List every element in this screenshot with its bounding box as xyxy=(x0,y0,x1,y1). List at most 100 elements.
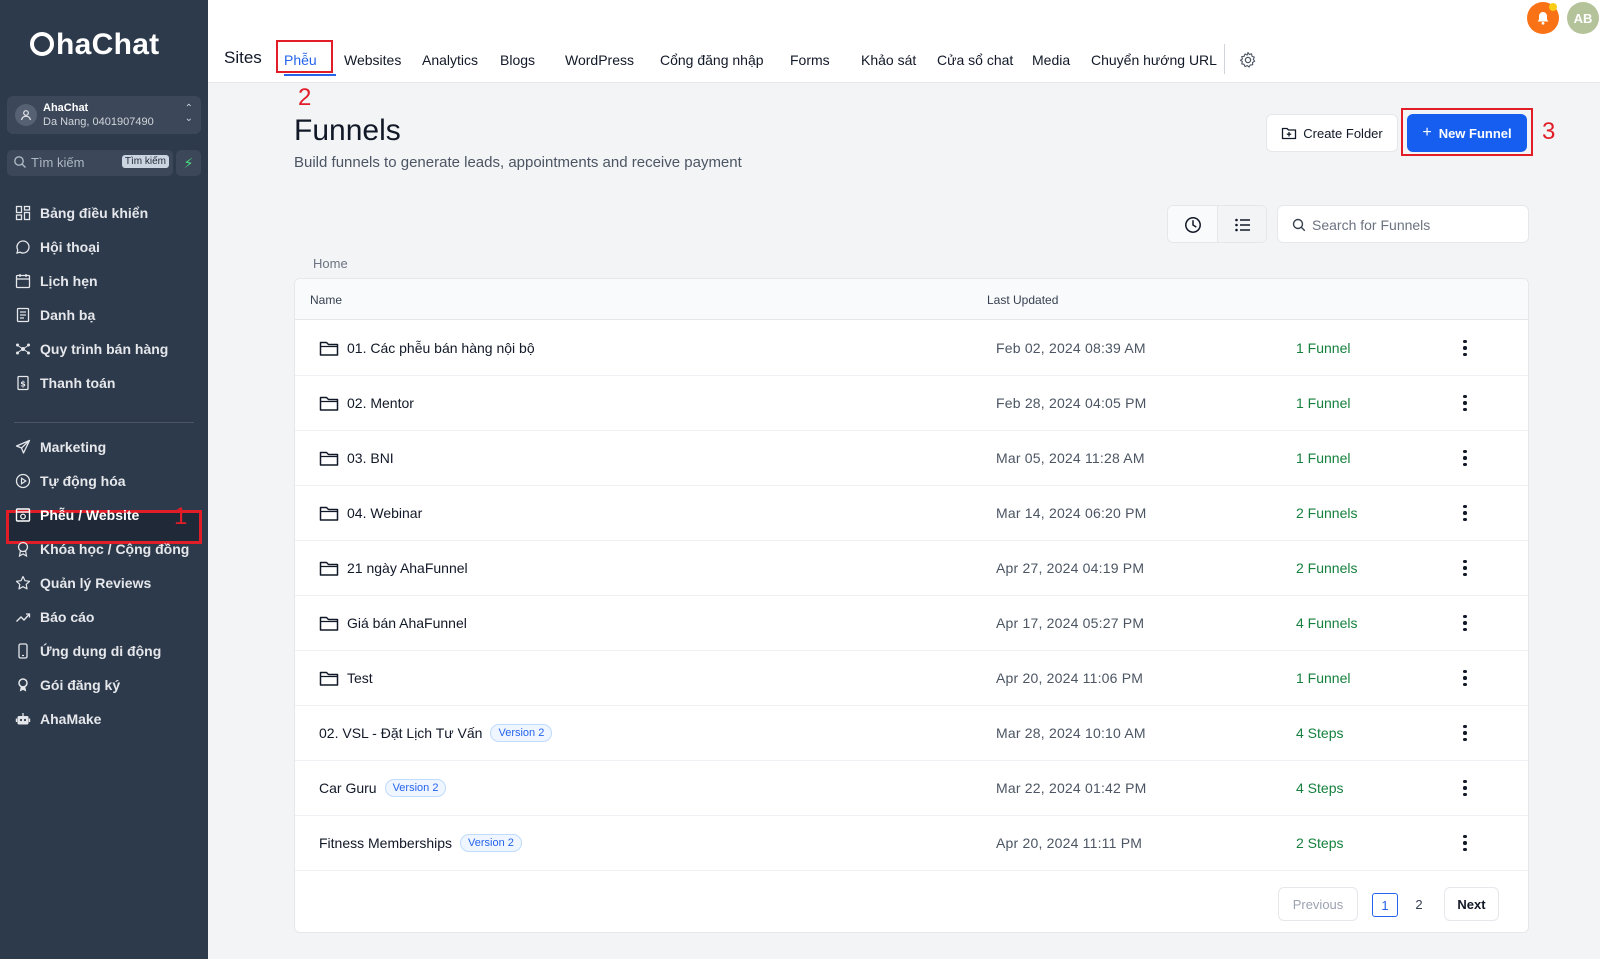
sidebar-item-robot[interactable]: AhaMake xyxy=(14,707,101,731)
tab-4[interactable]: Blogs xyxy=(500,52,535,68)
sidebar-item-calendar[interactable]: Lịch hẹn xyxy=(14,269,98,293)
more-options-icon[interactable] xyxy=(1455,666,1475,690)
gear-icon[interactable] xyxy=(1239,51,1257,69)
row-name-cell[interactable]: 01. Các phễu bán hàng nội bộ xyxy=(319,320,535,376)
app-logo[interactable]: haChat xyxy=(30,28,159,62)
sidebar-item-mobile[interactable]: Ứng dụng di động xyxy=(14,639,161,663)
table-row[interactable]: 04. Webinar Mar 14, 2024 06:20 PM 2 Funnel… xyxy=(295,485,1528,541)
row-name: 21 ngày AhaFunnel xyxy=(347,560,468,576)
more-options-icon[interactable] xyxy=(1455,831,1475,855)
tab-6[interactable]: Cổng đăng nhập xyxy=(660,52,764,68)
payment-icon: $ xyxy=(14,374,32,392)
sidebar-item-label: AhaMake xyxy=(40,711,102,727)
sidebar-item-label: Marketing xyxy=(40,439,107,455)
page-title: Funnels xyxy=(294,114,401,147)
sidebar-item-payment[interactable]: $ Thanh toán xyxy=(14,371,115,395)
row-name-cell[interactable]: Test xyxy=(319,650,373,706)
sidebar-item-chart[interactable]: Báo cáo xyxy=(14,605,94,629)
sidebar-item-automation[interactable]: Tự động hóa xyxy=(14,469,126,493)
account-switcher[interactable]: AhaChat Da Nang, 0401907490 ⌃ ⌄ xyxy=(7,96,201,134)
row-name: 04. Webinar xyxy=(347,505,423,521)
more-options-icon[interactable] xyxy=(1455,391,1475,415)
quick-action-bolt-icon[interactable]: ⚡ xyxy=(176,150,201,176)
row-name-cell[interactable]: 03. BNI xyxy=(319,430,394,486)
funnel-search-input[interactable] xyxy=(1312,214,1522,236)
table-row[interactable]: Fitness Memberships Version 2 Apr 20, 2024… xyxy=(295,815,1528,871)
table-row[interactable]: 01. Các phễu bán hàng nội bộ Feb 02, 2024… xyxy=(295,320,1528,376)
list-view-button[interactable] xyxy=(1218,206,1266,242)
tab-8[interactable]: Khảo sát xyxy=(861,52,916,68)
table-row[interactable]: Test Apr 20, 2024 11:06 PM 1 Funnel xyxy=(295,650,1528,706)
tab-2[interactable]: Websites xyxy=(344,52,401,68)
pagination-page-1[interactable]: 1 xyxy=(1372,893,1398,917)
row-count: 1 Funnel xyxy=(1296,340,1351,356)
table-header: Name Last Updated xyxy=(295,279,1528,320)
row-name-cell[interactable]: Fitness Memberships Version 2 xyxy=(319,815,522,871)
table-row[interactable]: 02. Mentor Feb 28, 2024 04:05 PM 1 Funnel xyxy=(295,375,1528,431)
row-name-cell[interactable]: 04. Webinar xyxy=(319,485,422,541)
row-name-cell[interactable]: 02. VSL - Đặt Lịch Tư Vấn Version 2 xyxy=(319,705,553,761)
tab-7[interactable]: Forms xyxy=(790,52,830,68)
sidebar-item-label: Báo cáo xyxy=(40,609,95,625)
sidebar-item-badge[interactable]: Gói đăng ký xyxy=(14,673,120,697)
pagination-previous[interactable]: Previous xyxy=(1278,887,1358,921)
sidebar-item-send[interactable]: Marketing xyxy=(14,435,106,459)
badge-icon xyxy=(14,676,32,694)
table-row[interactable]: 03. BNI Mar 05, 2024 11:28 AM 1 Funnel xyxy=(295,430,1528,486)
row-name-cell[interactable]: 02. Mentor xyxy=(319,375,414,431)
robot-icon xyxy=(14,710,32,728)
more-options-icon[interactable] xyxy=(1455,446,1475,470)
folder-icon xyxy=(319,340,347,357)
tab-11[interactable]: Chuyển hướng URL xyxy=(1091,52,1217,68)
row-name-cell[interactable]: 21 ngày AhaFunnel xyxy=(319,540,468,596)
sidebar-item-label: Hội thoại xyxy=(40,239,100,255)
sidebar-item-pipeline[interactable]: Quy trình bán hàng xyxy=(14,337,168,361)
tab-5[interactable]: WordPress xyxy=(565,52,634,68)
more-options-icon[interactable] xyxy=(1455,721,1475,745)
create-folder-button[interactable]: Create Folder xyxy=(1266,114,1398,152)
tab-10[interactable]: Media xyxy=(1032,52,1070,68)
funnel-search[interactable] xyxy=(1277,205,1529,243)
pagination-next[interactable]: Next xyxy=(1444,887,1499,921)
pagination-page-2[interactable]: 2 xyxy=(1409,887,1429,921)
column-header-updated[interactable]: Last Updated xyxy=(987,293,1058,307)
folder-plus-icon xyxy=(1282,127,1297,140)
user-avatar[interactable]: AB xyxy=(1567,2,1599,34)
table-row[interactable]: 21 ngày AhaFunnel Apr 27, 2024 04:19 PM 2 … xyxy=(295,540,1528,596)
version-badge: Version 2 xyxy=(490,724,553,742)
clock-icon xyxy=(1184,217,1201,233)
row-name: 02. VSL - Đặt Lịch Tư Vấn xyxy=(319,725,483,741)
more-options-icon[interactable] xyxy=(1455,556,1475,580)
more-options-icon[interactable] xyxy=(1455,336,1475,360)
more-options-icon[interactable] xyxy=(1455,501,1475,525)
sidebar-item-chat[interactable]: Hội thoại xyxy=(14,235,100,259)
new-funnel-button[interactable]: + New Funnel xyxy=(1407,114,1527,152)
row-count: 4 Funnels xyxy=(1296,615,1358,631)
search-icon xyxy=(14,156,26,168)
sidebar-item-award[interactable]: Khóa học / Cộng đồng xyxy=(14,537,189,561)
sidebar-search[interactable]: Tìm kiếm Tìm kiếm xyxy=(7,150,173,176)
row-name-cell[interactable]: Giá bán AhaFunnel xyxy=(319,595,467,651)
sidebar-item-star[interactable]: Quản lý Reviews xyxy=(14,571,151,595)
sidebar-item-contacts[interactable]: Danh bạ xyxy=(14,303,95,327)
column-header-name[interactable]: Name xyxy=(310,293,342,307)
account-avatar-icon xyxy=(15,104,37,126)
sidebar: haChat AhaChat Da Nang, 0401907490 ⌃ ⌄ Tì… xyxy=(0,0,208,959)
recent-view-button[interactable] xyxy=(1168,206,1218,242)
notifications-bell-icon[interactable] xyxy=(1527,2,1559,34)
row-name-cell[interactable]: Car Guru Version 2 xyxy=(319,760,447,816)
row-count: 1 Funnel xyxy=(1296,670,1351,686)
row-last-updated: Apr 20, 2024 11:11 PM xyxy=(996,835,1143,851)
sidebar-search-placeholder: Tìm kiếm xyxy=(31,155,85,170)
sidebar-item-website[interactable]: Phễu / Website xyxy=(14,503,139,527)
tab-highlight-box xyxy=(276,40,333,73)
table-row[interactable]: Giá bán AhaFunnel Apr 17, 2024 05:27 PM 4 … xyxy=(295,595,1528,651)
tab-3[interactable]: Analytics xyxy=(422,52,478,68)
more-options-icon[interactable] xyxy=(1455,776,1475,800)
breadcrumb[interactable]: Home xyxy=(313,256,348,271)
sidebar-item-dashboard[interactable]: Bảng điều khiển xyxy=(14,201,148,225)
tab-9[interactable]: Cửa sổ chat xyxy=(937,52,1013,68)
table-row[interactable]: 02. VSL - Đặt Lịch Tư Vấn Version 2 Mar 28… xyxy=(295,705,1528,761)
more-options-icon[interactable] xyxy=(1455,611,1475,635)
table-row[interactable]: Car Guru Version 2 Mar 22, 2024 01:42 PM 4 … xyxy=(295,760,1528,816)
